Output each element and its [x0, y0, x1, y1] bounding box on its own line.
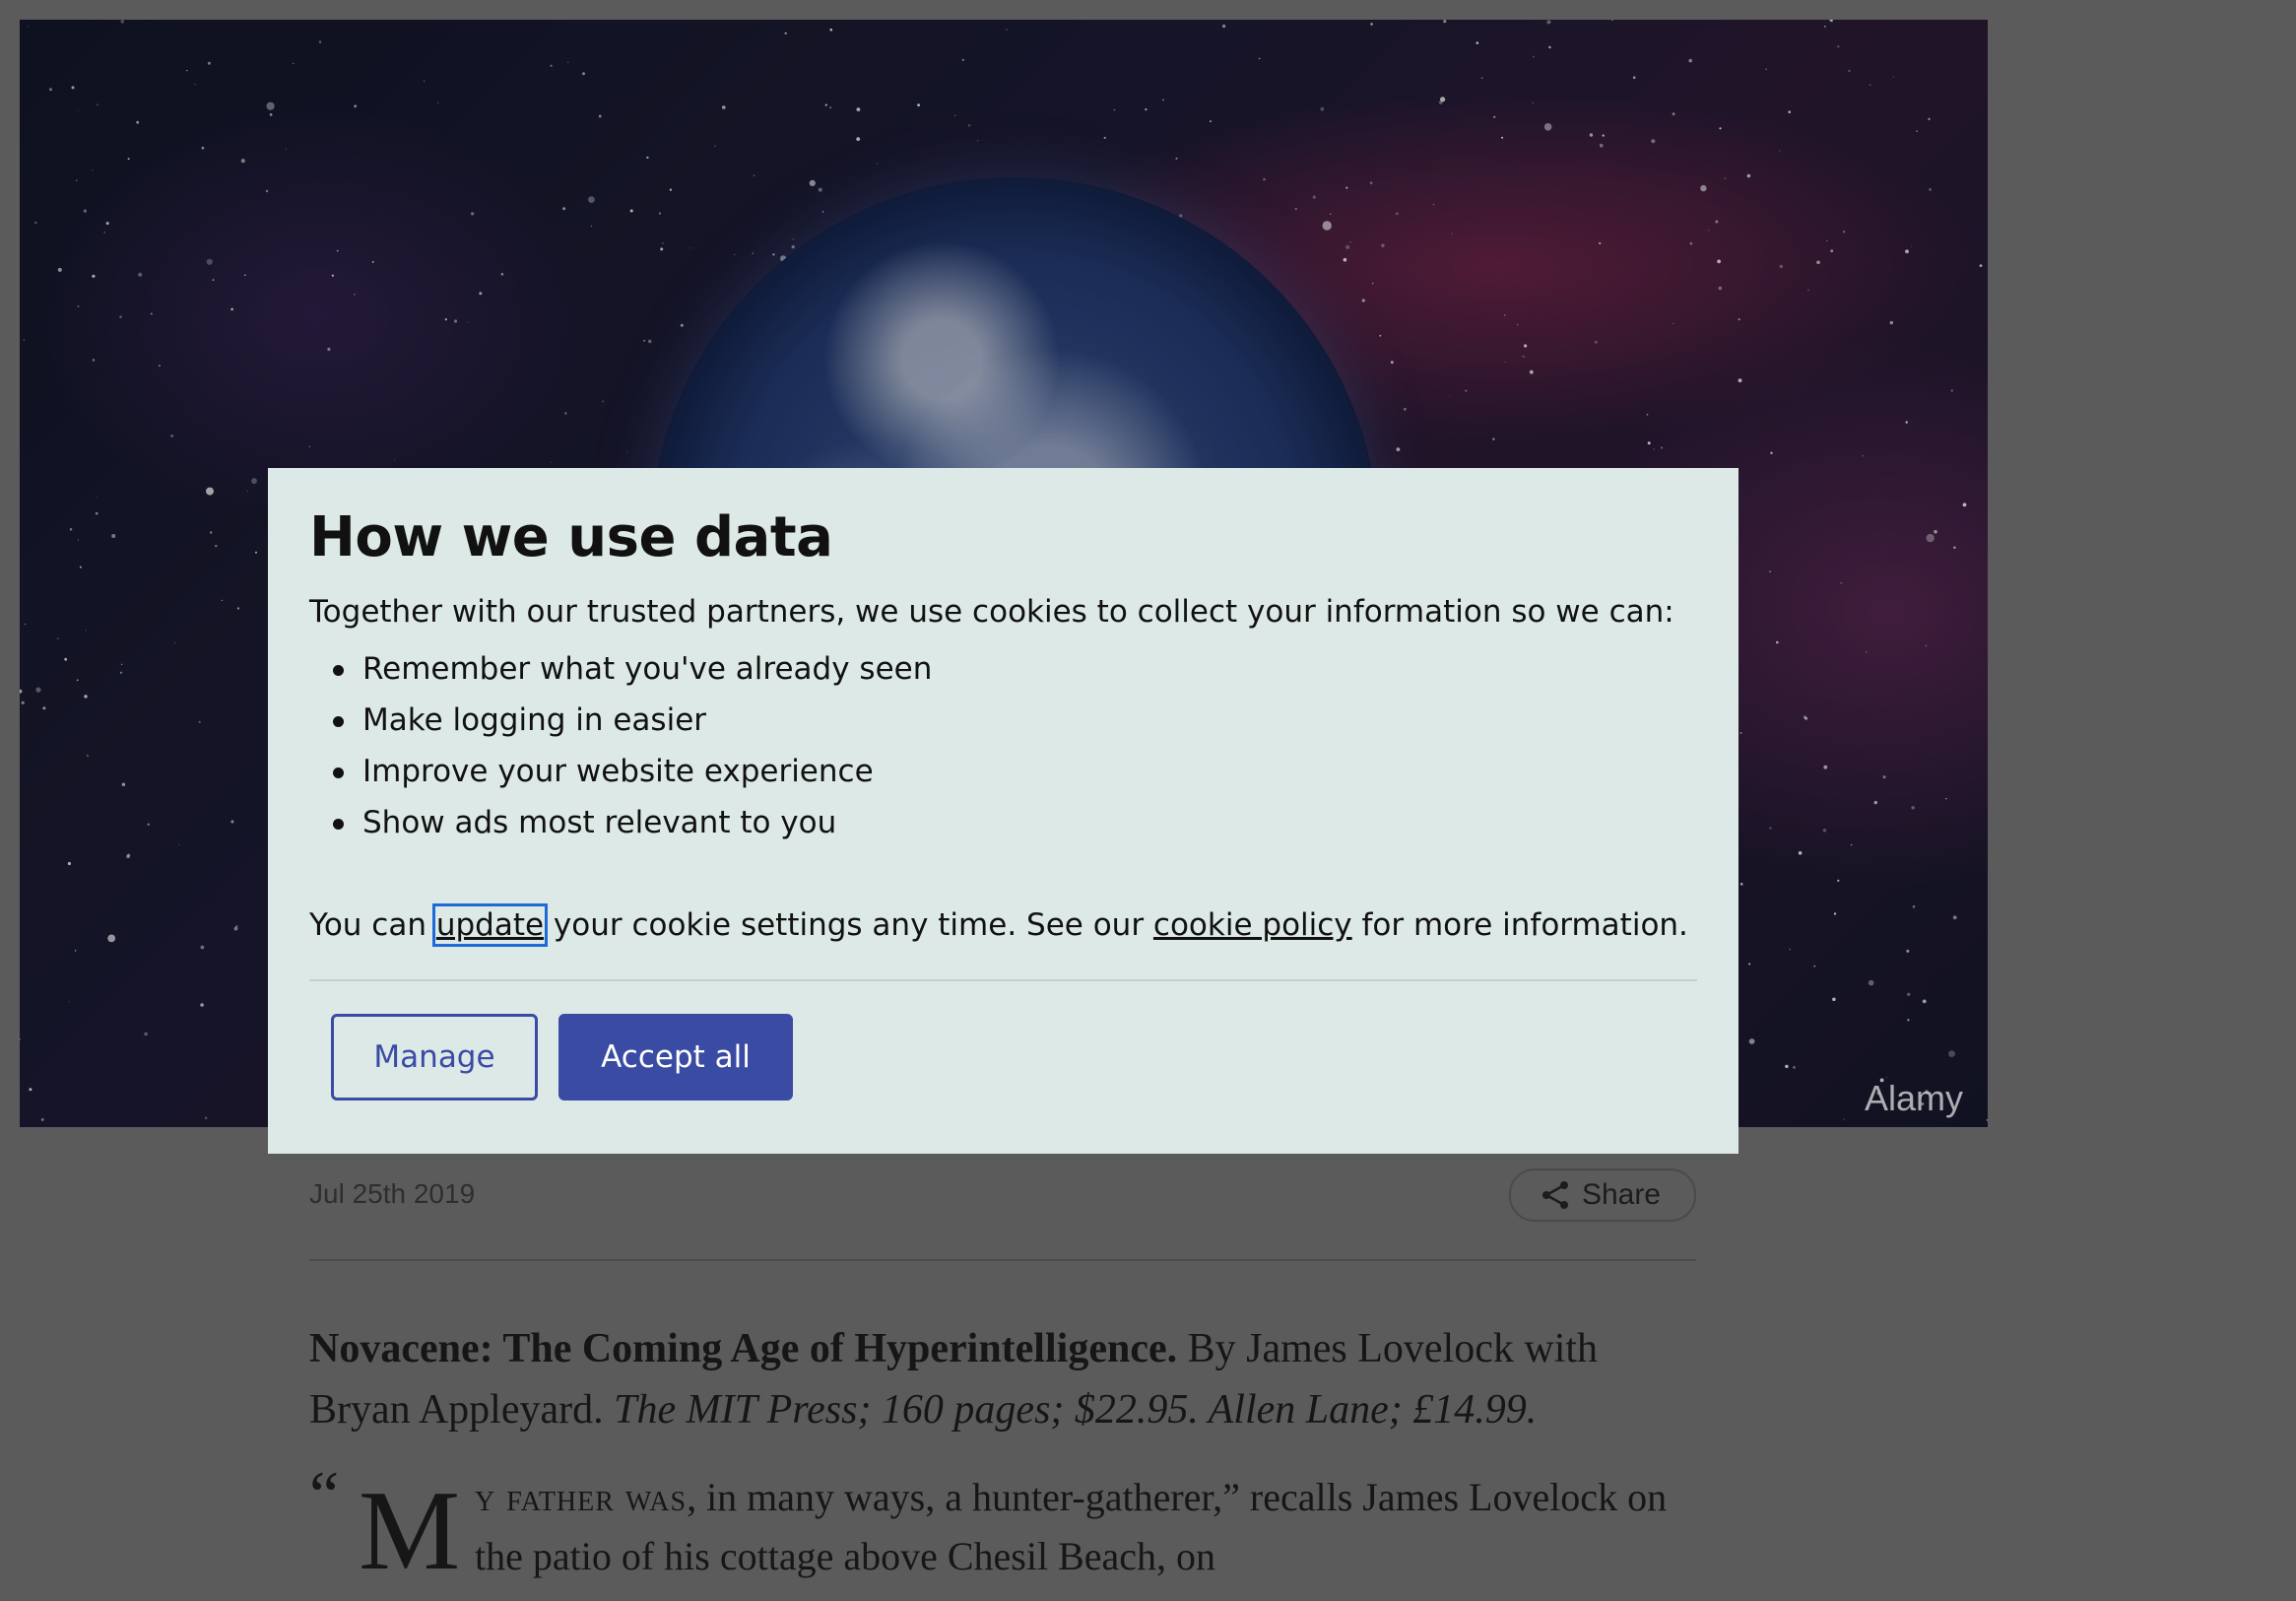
update-settings-link[interactable]: update [431, 903, 549, 947]
cookie-policy-link[interactable]: cookie policy [1153, 907, 1352, 943]
dialog-footer-text: You can update your cookie settings any … [309, 903, 1688, 947]
book-title: Novacene: The Coming Age of Hyperintelli… [309, 1326, 1178, 1371]
dropcap: M [359, 1468, 461, 1594]
book-info: Novacene: The Coming Age of Hyperintelli… [309, 1318, 1708, 1440]
cookie-consent-dialog: How we use data Together with our truste… [268, 468, 1738, 1154]
article-date: Jul 25th 2019 [309, 1178, 476, 1209]
book-publisher-us: The MIT Press; 160 pages; $22.95. [614, 1387, 1199, 1433]
manage-button[interactable]: Manage [331, 1014, 538, 1101]
list-item: Make logging in easier [309, 695, 932, 746]
share-icon [1542, 1181, 1568, 1209]
footer-prefix: You can [309, 907, 436, 943]
share-label: Share [1581, 1178, 1661, 1211]
dialog-divider [309, 979, 1697, 981]
lede-smallcaps: y father was [475, 1475, 688, 1519]
book-publisher-uk: Allen Lane; £14.99. [1198, 1387, 1538, 1433]
photo-credit: Alamy [1864, 1078, 1963, 1118]
share-button[interactable]: Share [1508, 1168, 1696, 1222]
list-item: Remember what you've already seen [309, 643, 932, 695]
opening-quote: “ [309, 1457, 340, 1532]
article-meta: Jul 25th 2019 Share [309, 1168, 1696, 1261]
lede-text: y father was, in many ways, a hunter-gat… [309, 1468, 1708, 1586]
purpose-list: Remember what you've already seen Make l… [309, 643, 932, 848]
list-item: Show ads most relevant to you [309, 797, 932, 848]
article-lede: “ M y father was, in many ways, a hunter… [309, 1460, 1708, 1594]
accept-all-button[interactable]: Accept all [558, 1014, 793, 1101]
list-item: Improve your website experience [309, 746, 932, 797]
footer-middle: your cookie settings any time. See our [544, 907, 1153, 943]
dialog-title: How we use data [309, 505, 833, 569]
footer-suffix: for more information. [1351, 907, 1688, 943]
dialog-intro: Together with our trusted partners, we u… [309, 594, 1674, 630]
